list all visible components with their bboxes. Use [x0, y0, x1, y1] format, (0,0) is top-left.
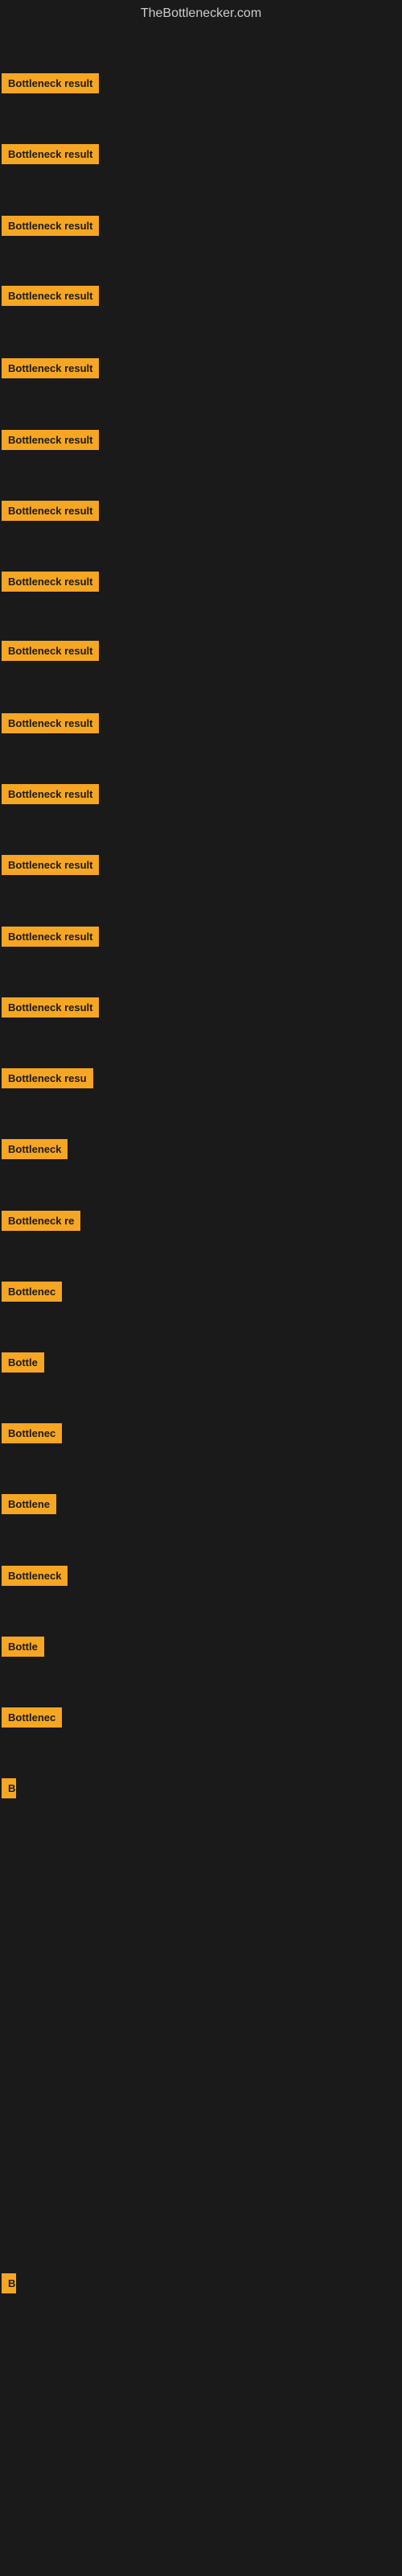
bottleneck-item: Bottleneck result	[2, 855, 99, 879]
bottleneck-item: Bottleneck resu	[2, 1068, 93, 1092]
bottleneck-badge: Bottleneck result	[2, 641, 99, 661]
bottleneck-item: Bottleneck result	[2, 997, 99, 1022]
bottleneck-badge: Bottleneck result	[2, 501, 99, 521]
bottleneck-badge: Bottleneck result	[2, 144, 99, 164]
bottleneck-badge: Bottle	[2, 1637, 44, 1657]
bottleneck-item: Bottleneck result	[2, 927, 99, 951]
bottleneck-badge: Bottleneck result	[2, 572, 99, 592]
bottleneck-badge: Bottleneck result	[2, 855, 99, 875]
bottleneck-item: Bottleneck	[2, 1139, 68, 1163]
bottleneck-badge: Bottlenec	[2, 1423, 62, 1443]
site-title: TheBottlenecker.com	[0, 0, 402, 27]
bottleneck-item: Bottlenec	[2, 1423, 62, 1447]
bottleneck-item: Bottlenec	[2, 1282, 62, 1306]
bottleneck-item: Bottleneck result	[2, 430, 99, 454]
bottleneck-item: B	[2, 1778, 16, 1802]
bottleneck-badge: Bottleneck result	[2, 286, 99, 306]
bottleneck-item: Bottleneck result	[2, 286, 99, 310]
bottleneck-item: Bottleneck result	[2, 144, 99, 168]
bottleneck-item: Bottleneck result	[2, 501, 99, 525]
bottleneck-badge: Bottlene	[2, 1494, 56, 1514]
bottleneck-item: Bottle	[2, 1352, 44, 1377]
bottleneck-item: Bottleneck result	[2, 713, 99, 737]
bottleneck-badge: Bottleneck result	[2, 358, 99, 378]
bottleneck-badge: Bottleneck result	[2, 73, 99, 93]
bottleneck-badge: Bottle	[2, 1352, 44, 1373]
bottleneck-item: Bottleneck result	[2, 784, 99, 808]
bottleneck-badge: Bottlenec	[2, 1707, 62, 1728]
bottleneck-item: Bottleneck re	[2, 1211, 80, 1235]
bottleneck-badge: Bottleneck	[2, 1566, 68, 1586]
bottleneck-badge: Bottleneck result	[2, 784, 99, 804]
bottleneck-item: Bottlenec	[2, 1707, 62, 1732]
bottleneck-item: Bottleneck result	[2, 73, 99, 97]
bottleneck-item: Bottlene	[2, 1494, 56, 1518]
bottleneck-badge: B	[2, 2273, 16, 2293]
bottleneck-badge: Bottleneck	[2, 1139, 68, 1159]
bottleneck-badge: Bottleneck result	[2, 430, 99, 450]
items-container: Bottleneck result Bottleneck result Bottle…	[0, 27, 402, 2563]
bottleneck-badge: Bottleneck result	[2, 713, 99, 733]
bottleneck-item: Bottleneck	[2, 1566, 68, 1590]
bottleneck-badge: Bottleneck result	[2, 927, 99, 947]
bottleneck-badge: B	[2, 1778, 16, 1798]
bottleneck-badge: Bottlenec	[2, 1282, 62, 1302]
bottleneck-item: Bottleneck result	[2, 358, 99, 382]
bottleneck-item: Bottleneck result	[2, 216, 99, 240]
bottleneck-badge: Bottleneck result	[2, 216, 99, 236]
bottleneck-badge: Bottleneck resu	[2, 1068, 93, 1088]
bottleneck-item: Bottleneck result	[2, 641, 99, 665]
bottleneck-badge: Bottleneck re	[2, 1211, 80, 1231]
bottleneck-item: Bottleneck result	[2, 572, 99, 596]
site-header: TheBottlenecker.com	[0, 0, 402, 27]
bottleneck-badge: Bottleneck result	[2, 997, 99, 1018]
bottleneck-item: B	[2, 2273, 16, 2297]
bottleneck-item: Bottle	[2, 1637, 44, 1661]
